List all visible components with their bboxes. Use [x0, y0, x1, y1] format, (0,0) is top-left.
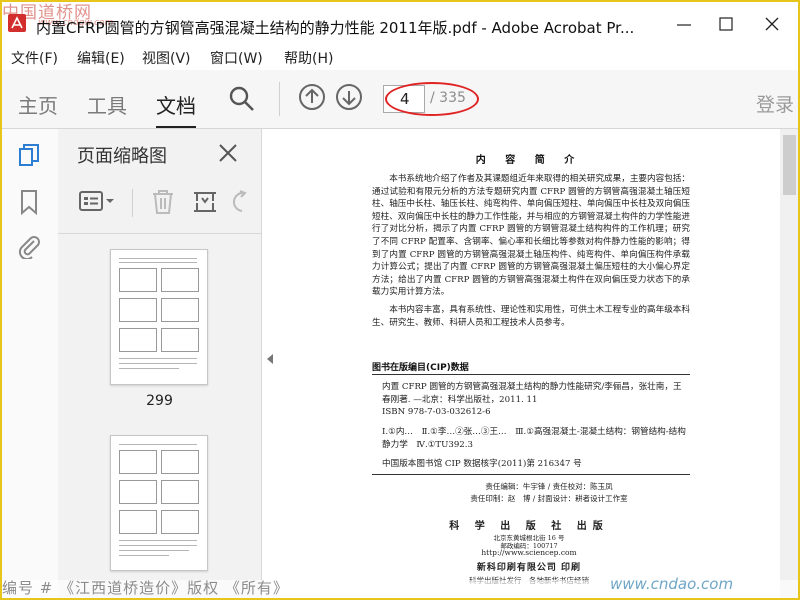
panel-title: 页面缩略图 [77, 146, 167, 167]
cip-line: Ⅰ.①内… Ⅱ.①李…②张…③王… Ⅲ.①高强混凝土-混凝土结构：钢管结构-结构… [382, 427, 686, 450]
editor-credits: 责任印制：赵 博 / 封面设计：耕者设计工作室 [470, 494, 628, 503]
navigation-rail [0, 129, 59, 600]
thumbnail-options-icon[interactable] [78, 189, 116, 217]
document-scrollbar[interactable] [780, 129, 800, 600]
thumbnail-toolbar [58, 175, 261, 234]
login-link[interactable]: 登录 [756, 90, 794, 117]
menu-file[interactable]: 文件(F) [11, 48, 58, 68]
previous-page-icon[interactable] [298, 83, 326, 111]
publisher-url: http://www.sciencep.com [481, 548, 577, 557]
rotate-page-icon[interactable] [232, 189, 252, 219]
editor-credits: 责任编辑：牛宇锋 / 责任校对：陈玉凤 [485, 482, 613, 491]
page-thumbnail[interactable] [110, 249, 208, 385]
toolbar-divider [279, 82, 280, 116]
window-title: 内置CFRP圆管的方钢管高强混凝土结构的静力性能 2011年版.pdf - Ad… [36, 19, 635, 37]
page-heading: 内 容 简 介 [475, 155, 583, 166]
cip-rule [372, 374, 690, 375]
close-window-button[interactable] [752, 12, 792, 36]
thumbnail-list: 299 [58, 235, 261, 600]
collapse-panel-icon[interactable] [265, 350, 275, 369]
next-page-icon[interactable] [335, 83, 363, 111]
close-panel-icon[interactable] [218, 143, 238, 163]
printer-name: 新科印刷有限公司 印刷 [476, 563, 582, 573]
cip-line: 内置 CFRP 圆管的方钢管高强混凝土结构的静力性能研究/李俪昌，张壮南，王春刚… [382, 382, 682, 405]
cip-rule [372, 474, 690, 475]
menu-help[interactable]: 帮助(H) [284, 48, 333, 68]
attachment-icon[interactable] [16, 233, 42, 261]
page-thumbnails-icon[interactable] [16, 143, 42, 169]
tab-document[interactable]: 文档 [156, 90, 196, 128]
page-thumbnail[interactable] [110, 435, 208, 571]
panel-tools-divider [132, 189, 133, 217]
tab-home[interactable]: 主页 [18, 90, 58, 119]
document-scrollbar-thumb[interactable] [783, 135, 796, 195]
site-watermark-bottom: www.cndao.com [610, 575, 734, 593]
annotation-circle [385, 82, 479, 116]
bottom-overlay-caption: 编号 # 《江西道桥造价》版权 《所有》 [2, 580, 289, 597]
document-view: 内 容 简 介 本书系统地介绍了作者及其课题组近年来取得的相关研究成果，主要内容… [278, 129, 800, 600]
summary-paragraph: 本书系统地介绍了作者及其课题组近年来取得的相关研究成果，主要内容包括：通过试验和… [372, 174, 690, 298]
cip-title: 图书在版编目(CIP)数据 [372, 363, 469, 373]
acrobat-app-icon [8, 14, 26, 32]
title-bar: 中国道桥网 www.cndqw.com 内置CFRP圆管的方钢管高强混凝土结构的… [0, 0, 800, 44]
menu-view[interactable]: 视图(V) [142, 48, 191, 68]
thumbnail-page-label: 299 [146, 393, 173, 409]
menu-bar: 文件(F) 编辑(E) 视图(V) 窗口(W) 帮助(H) [0, 44, 800, 70]
pdf-page: 内 容 简 介 本书系统地介绍了作者及其课题组近年来取得的相关研究成果，主要内容… [278, 129, 780, 600]
summary-paragraph: 本书内容丰富，具有系统性、理论性和实用性，可供土木工程专业的高年级本科生、研究生… [372, 305, 690, 328]
page-thumbnails-panel: 页面缩略图 299 [58, 129, 262, 600]
cip-line: 中国版本图书馆 CIP 数据核字(2011)第 216347 号 [382, 459, 582, 469]
tab-tools[interactable]: 工具 [87, 90, 127, 119]
delete-page-icon[interactable] [150, 189, 176, 219]
maximize-button[interactable] [706, 12, 746, 36]
menu-window[interactable]: 窗口(W) [210, 48, 263, 68]
cip-line: ISBN 978-7-03-032612-6 [382, 407, 491, 417]
menu-edit[interactable]: 编辑(E) [77, 48, 125, 68]
minimize-button[interactable] [664, 12, 704, 36]
search-icon[interactable] [228, 85, 256, 113]
publisher-name: 科 学 出 版 社 出版 [449, 521, 609, 532]
extract-page-icon[interactable] [192, 189, 218, 219]
bookmark-icon[interactable] [16, 189, 42, 216]
